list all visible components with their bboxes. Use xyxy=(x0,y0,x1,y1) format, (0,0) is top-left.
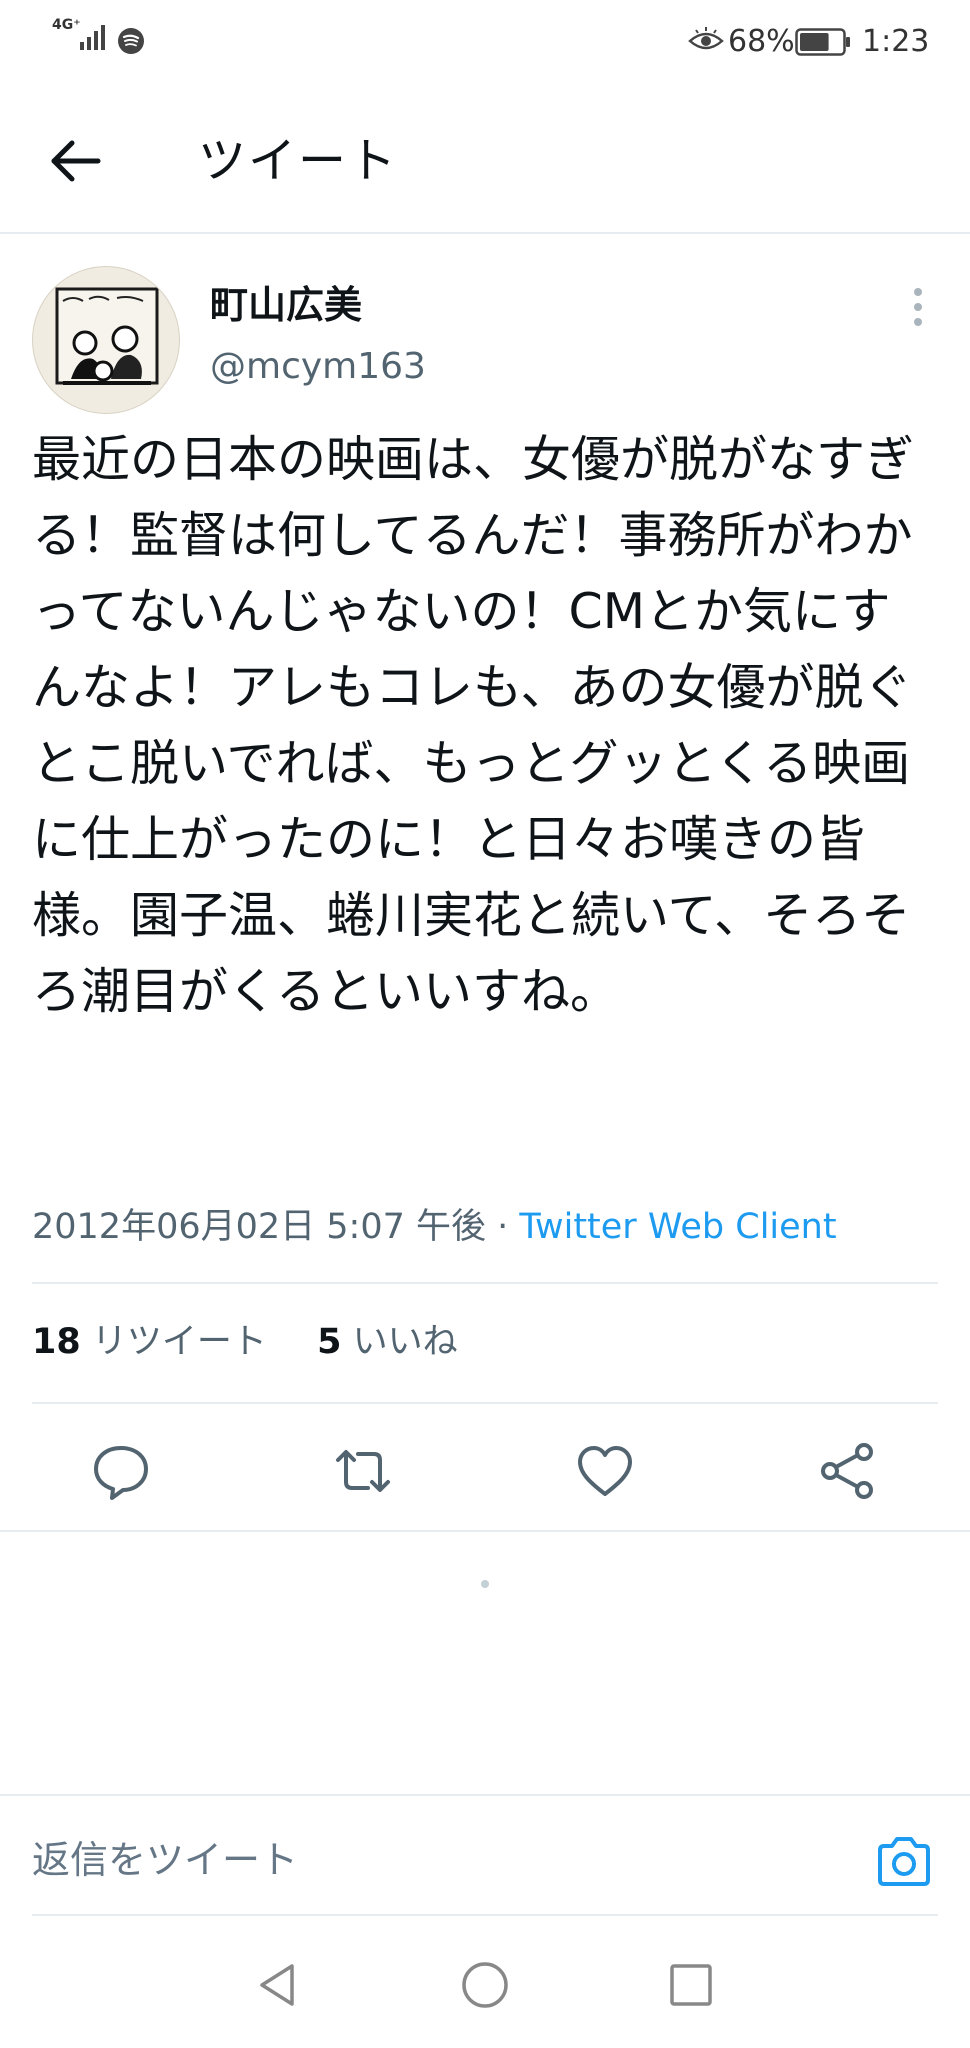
page-title: ツイート xyxy=(198,133,399,189)
like-count[interactable]: 5 xyxy=(317,1322,341,1362)
network-type: 4G⁺ xyxy=(52,17,81,33)
reply-icon[interactable] xyxy=(86,1436,156,1506)
tweet-client-link[interactable]: Twitter Web Client xyxy=(519,1207,836,1247)
nav-back-icon[interactable] xyxy=(252,1958,306,2012)
like-label[interactable]: いいね xyxy=(353,1322,458,1362)
loading-indicator xyxy=(481,1580,489,1588)
clock: 1:23 xyxy=(862,24,930,59)
nav-home-icon[interactable] xyxy=(458,1958,512,2012)
avatar[interactable] xyxy=(32,266,180,414)
tweet-text: 最近の日本の映画は、女優が脱がなすぎる！監督は何してるんだ！事務所がわかってない… xyxy=(32,431,915,1020)
spotify-icon xyxy=(118,28,144,54)
nav-recent-apps-icon[interactable] xyxy=(664,1958,718,2012)
divider xyxy=(32,1402,938,1404)
tweet-stats: 18 リツイート 5 いいね xyxy=(32,1314,458,1370)
retweet-label[interactable]: リツイート xyxy=(92,1322,267,1362)
header-bar: ツイート xyxy=(0,84,970,234)
avatar-illustration-icon xyxy=(55,287,159,385)
arrow-left-icon[interactable] xyxy=(40,126,110,196)
tweet-timestamp: 2012年06月02日 5:07 午後 xyxy=(32,1207,486,1247)
divider xyxy=(32,1914,938,1916)
share-icon[interactable] xyxy=(812,1436,882,1506)
divider xyxy=(0,1530,970,1532)
signal-icon xyxy=(80,25,105,50)
battery-icon xyxy=(795,28,850,56)
eye-comfort-icon xyxy=(688,27,724,50)
retweet-count[interactable]: 18 xyxy=(32,1322,81,1362)
divider xyxy=(32,1282,938,1284)
author-name[interactable]: 町山広美 xyxy=(210,280,362,330)
tweet-meta: 2012年06月02日 5:07 午後 · Twitter Web Client xyxy=(32,1200,837,1254)
more-vertical-icon[interactable] xyxy=(900,282,936,332)
retweet-icon[interactable] xyxy=(328,1436,398,1506)
divider xyxy=(0,1794,970,1796)
reply-input[interactable]: 返信をツイート xyxy=(32,1830,298,1890)
battery-percent: 68% xyxy=(728,24,795,59)
author-handle[interactable]: @mcym163 xyxy=(210,342,426,392)
heart-icon[interactable] xyxy=(570,1436,640,1506)
camera-icon[interactable] xyxy=(872,1830,936,1894)
meta-separator: · xyxy=(486,1207,520,1247)
status-bar: 4G⁺ 68% 1:23 xyxy=(0,0,970,84)
